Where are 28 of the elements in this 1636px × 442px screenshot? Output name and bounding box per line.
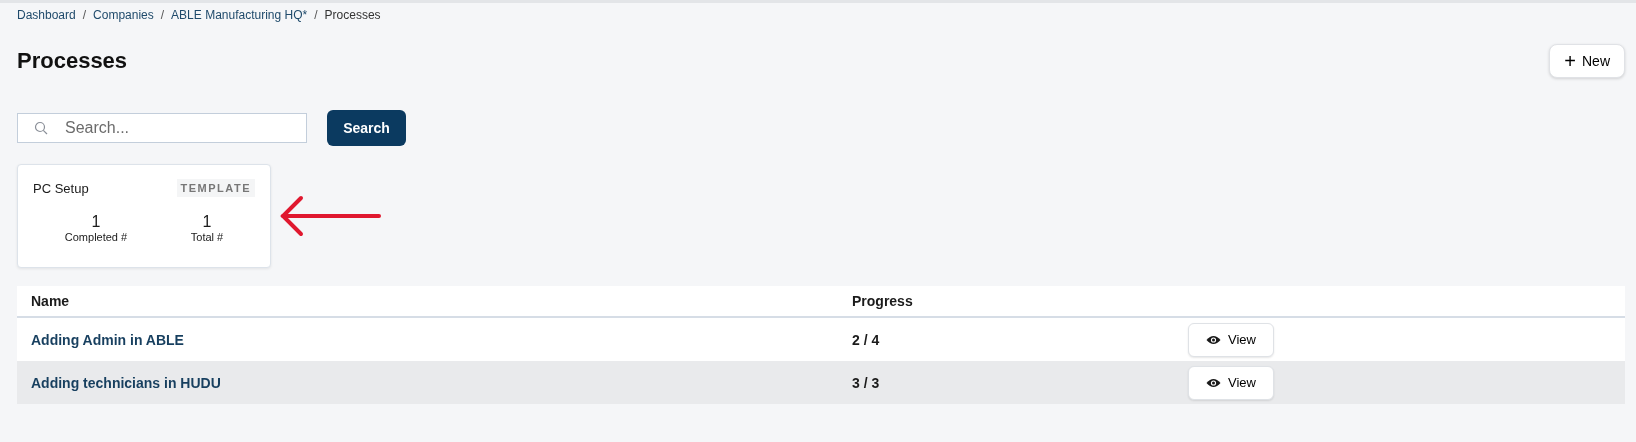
process-link[interactable]: Adding technicians in HUDU — [31, 374, 221, 391]
new-button[interactable]: + New — [1549, 44, 1625, 78]
column-header: Progress — [838, 286, 1179, 317]
view-button[interactable]: View — [1188, 322, 1274, 357]
stat-value: 1 — [91, 213, 101, 231]
template-badge: TEMPLATE — [176, 179, 255, 197]
stat-value: 1 — [202, 213, 212, 231]
stat-label: Total # — [190, 231, 224, 243]
search-field[interactable]: Search... — [17, 113, 307, 143]
eye-icon — [1206, 377, 1221, 388]
breadcrumb-separator: / — [314, 8, 318, 22]
breadcrumb-link[interactable]: Dashboard — [17, 8, 76, 22]
breadcrumb-link[interactable]: ABLE Manufacturing HQ* — [171, 8, 308, 22]
page-title: Processes — [17, 48, 128, 74]
breadcrumb-separator: / — [82, 8, 87, 22]
progress-text: 3 / 3 — [852, 374, 880, 391]
search-button[interactable]: Search — [327, 110, 406, 146]
column-header: Name — [17, 286, 838, 317]
breadcrumb-link[interactable]: Companies — [93, 8, 154, 22]
eye-icon — [1206, 334, 1221, 345]
card-title: PC Setup — [33, 180, 89, 196]
process-link[interactable]: Adding Admin in ABLE — [31, 331, 184, 348]
stat-label: Completed # — [64, 231, 128, 243]
breadcrumb-separator: / — [160, 8, 165, 22]
progress-text: 2 / 4 — [852, 331, 880, 348]
process-card[interactable]: PC Setup TEMPLATE 1 Completed # 1 Total # — [17, 164, 271, 268]
breadcrumb-current: Processes — [324, 8, 381, 22]
view-button[interactable]: View — [1188, 365, 1274, 400]
